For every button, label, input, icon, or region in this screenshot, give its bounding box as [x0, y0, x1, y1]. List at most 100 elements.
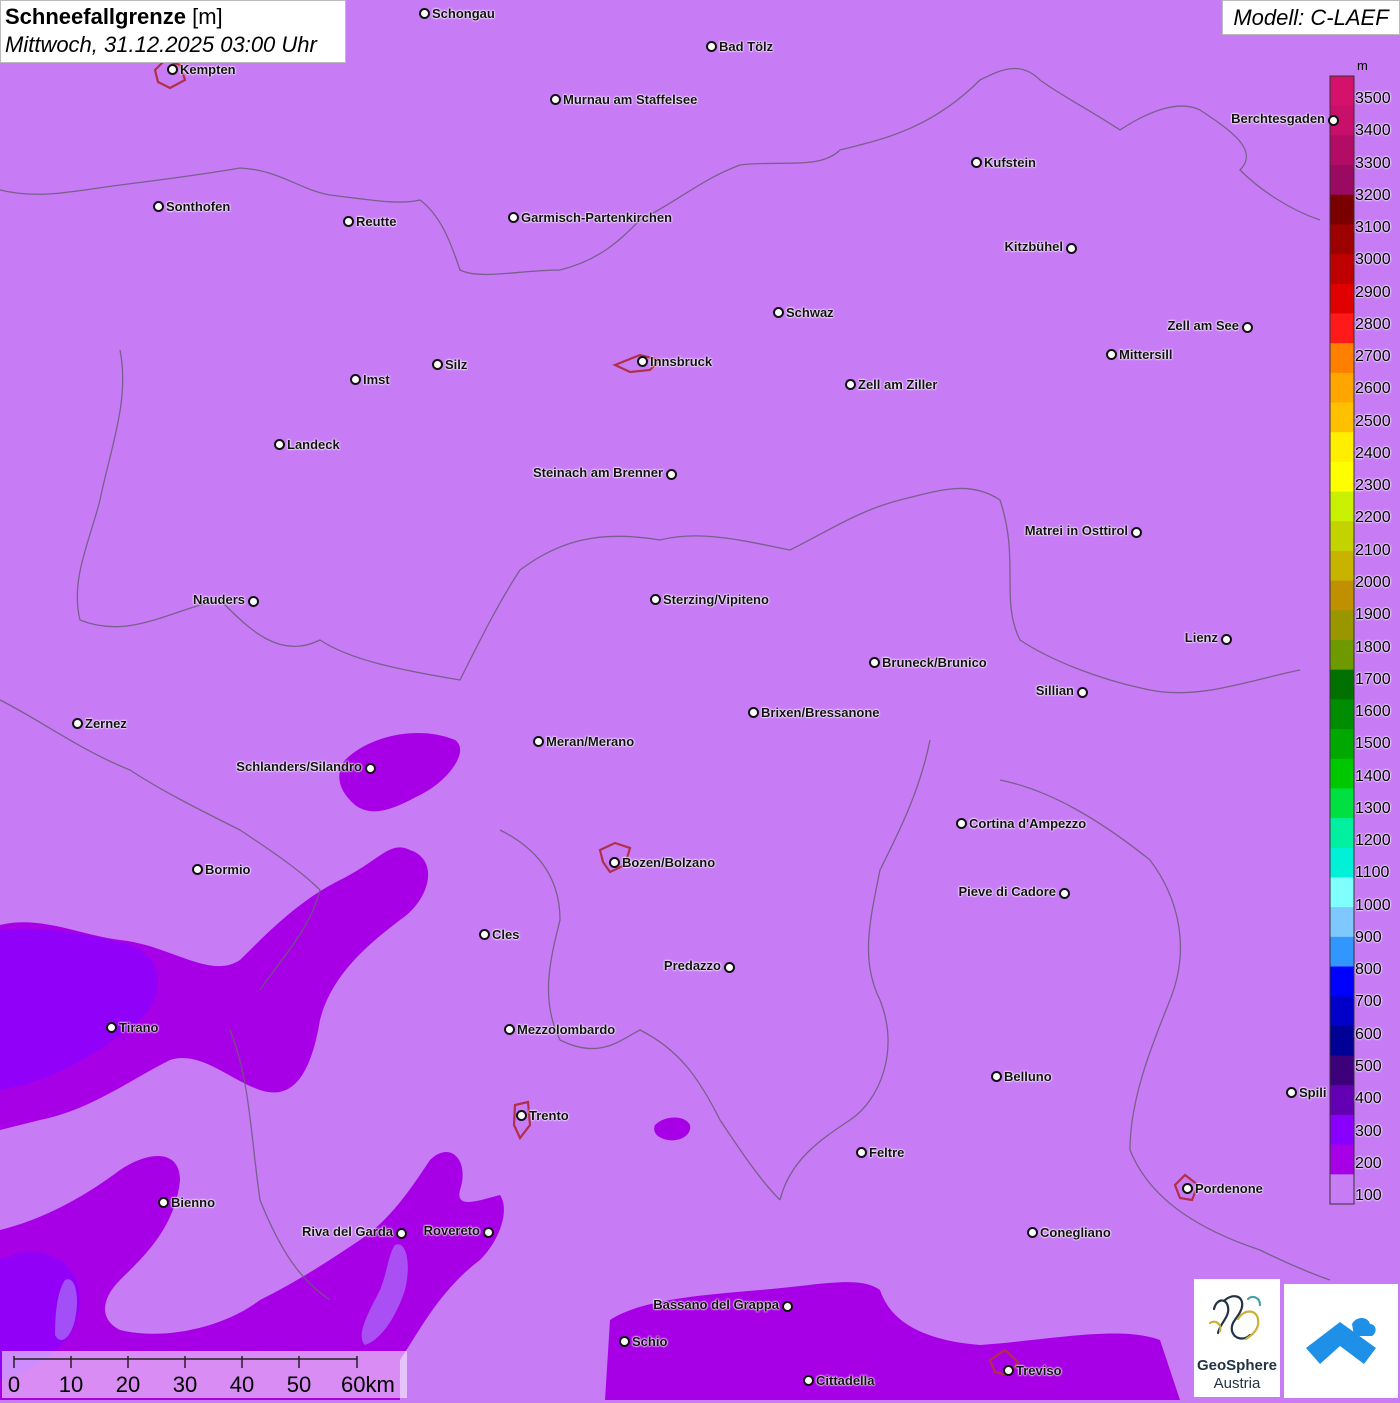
legend-cell	[1330, 491, 1354, 522]
legend-label: 300	[1355, 1122, 1382, 1140]
city-label: Lienz	[1184, 630, 1218, 645]
city-dot	[483, 1227, 494, 1238]
legend-colorbar	[1330, 76, 1354, 1205]
legend-label: 500	[1355, 1057, 1382, 1075]
legend-label: 2200	[1355, 509, 1391, 527]
legend-cell	[1330, 966, 1354, 997]
city-dot	[1003, 1365, 1014, 1376]
legend-cell	[1330, 877, 1354, 908]
legend-label: 3300	[1355, 154, 1391, 172]
city-label: Schongau	[432, 6, 495, 21]
city-label: Mezzolombardo	[517, 1022, 616, 1037]
legend-cell	[1330, 343, 1354, 374]
city-label: Garmisch-Partenkirchen	[521, 210, 673, 225]
city-label: Tirano	[119, 1020, 159, 1035]
legend-cell	[1330, 758, 1354, 790]
title-line: Schneefallgrenze [m]	[5, 3, 341, 31]
city-dot	[1221, 634, 1232, 645]
legend-label: 2800	[1355, 315, 1391, 333]
city-label: Predazzo	[663, 958, 721, 973]
city-dot	[1131, 527, 1142, 538]
legend-label: 3000	[1355, 251, 1391, 269]
city-label: Silz	[445, 357, 468, 372]
city-dot	[419, 8, 430, 19]
city-label: Belluno	[1004, 1069, 1052, 1084]
city-dot	[748, 707, 759, 718]
legend-cell	[1330, 194, 1354, 226]
legend-cell	[1330, 402, 1354, 433]
legend-cell	[1330, 1144, 1354, 1175]
title-unit: [m]	[192, 4, 223, 29]
city-label: Kufstein	[984, 155, 1036, 170]
app-logo	[1284, 1284, 1398, 1398]
geosphere-name-line1: GeoSphere	[1196, 1357, 1278, 1374]
legend-label: 1600	[1355, 703, 1391, 720]
city-dot	[432, 359, 443, 370]
title-datetime: Mittwoch, 31.12.2025 03:00 Uhr	[5, 32, 317, 57]
legend-label: 1500	[1355, 735, 1391, 753]
city-dot	[1077, 687, 1088, 698]
city-dot	[1328, 115, 1339, 126]
legend-unit: m	[1357, 58, 1368, 73]
geosphere-logo: GeoSphere Austria	[1194, 1279, 1280, 1397]
title-variable: Schneefallgrenze	[5, 4, 186, 29]
city-dot	[248, 596, 259, 607]
city-dot	[365, 763, 376, 774]
city-dot	[343, 216, 354, 227]
scale-label: 30	[172, 1372, 198, 1397]
city-dot	[869, 657, 880, 668]
legend-label: 800	[1355, 961, 1382, 979]
legend-cell	[1330, 1055, 1354, 1086]
city-dot	[1286, 1087, 1297, 1098]
scale-label: 10	[58, 1372, 84, 1397]
city-dot	[706, 41, 717, 52]
city-dot	[991, 1071, 1002, 1082]
city-label: Kempten	[180, 62, 236, 77]
legend-cell	[1330, 788, 1354, 819]
geosphere-name-line2: Austria	[1213, 1375, 1261, 1392]
city-label: Cortina d'Ampezzo	[969, 816, 1087, 831]
city-label: Innsbruck	[650, 354, 713, 369]
legend-cell	[1330, 669, 1354, 700]
legend-label: 1800	[1355, 638, 1391, 656]
legend-label: 3400	[1355, 122, 1391, 140]
city-dot	[516, 1110, 527, 1121]
legend-label: 400	[1355, 1090, 1382, 1108]
legend-cell	[1330, 847, 1354, 879]
legend-label: 2600	[1355, 380, 1391, 398]
legend-cell	[1330, 224, 1354, 255]
city-label: Schlanders/Silandro	[236, 759, 362, 774]
legend-label: 100	[1355, 1187, 1382, 1204]
legend-cell	[1330, 936, 1354, 968]
legend-cell	[1330, 729, 1354, 760]
legend-cell	[1330, 76, 1354, 107]
geosphere-icon	[1208, 1295, 1262, 1341]
legend-label: 900	[1355, 928, 1382, 946]
city-label: Schio	[632, 1334, 668, 1349]
city-label: Zernez	[85, 716, 127, 731]
legend-label: 1200	[1355, 832, 1391, 850]
city-label: Imst	[363, 372, 390, 387]
legend-label: 700	[1355, 993, 1382, 1011]
app-icon	[1306, 1318, 1376, 1364]
city-dot	[192, 864, 203, 875]
city-dot	[609, 857, 620, 868]
legend-label: 2900	[1355, 283, 1391, 301]
city-dot	[158, 1197, 169, 1208]
legend-cell	[1330, 1114, 1354, 1146]
city-dot	[153, 201, 164, 212]
legend-cell	[1330, 135, 1354, 166]
city-dot	[72, 718, 83, 729]
city-label: Riva del Garda	[301, 1224, 393, 1239]
city-dot	[803, 1375, 814, 1386]
city-label: Zell am See	[1167, 318, 1239, 333]
legend-label: 1100	[1355, 864, 1390, 882]
city-label: Feltre	[869, 1145, 905, 1160]
city-label: Schwaz	[786, 305, 834, 320]
city-label: Trento	[529, 1108, 569, 1123]
city-label: Bienno	[171, 1195, 216, 1210]
legend-cell	[1330, 372, 1354, 404]
city-label: Sonthofen	[166, 199, 231, 214]
legend-label: 2500	[1355, 412, 1391, 430]
city-dot	[773, 307, 784, 318]
